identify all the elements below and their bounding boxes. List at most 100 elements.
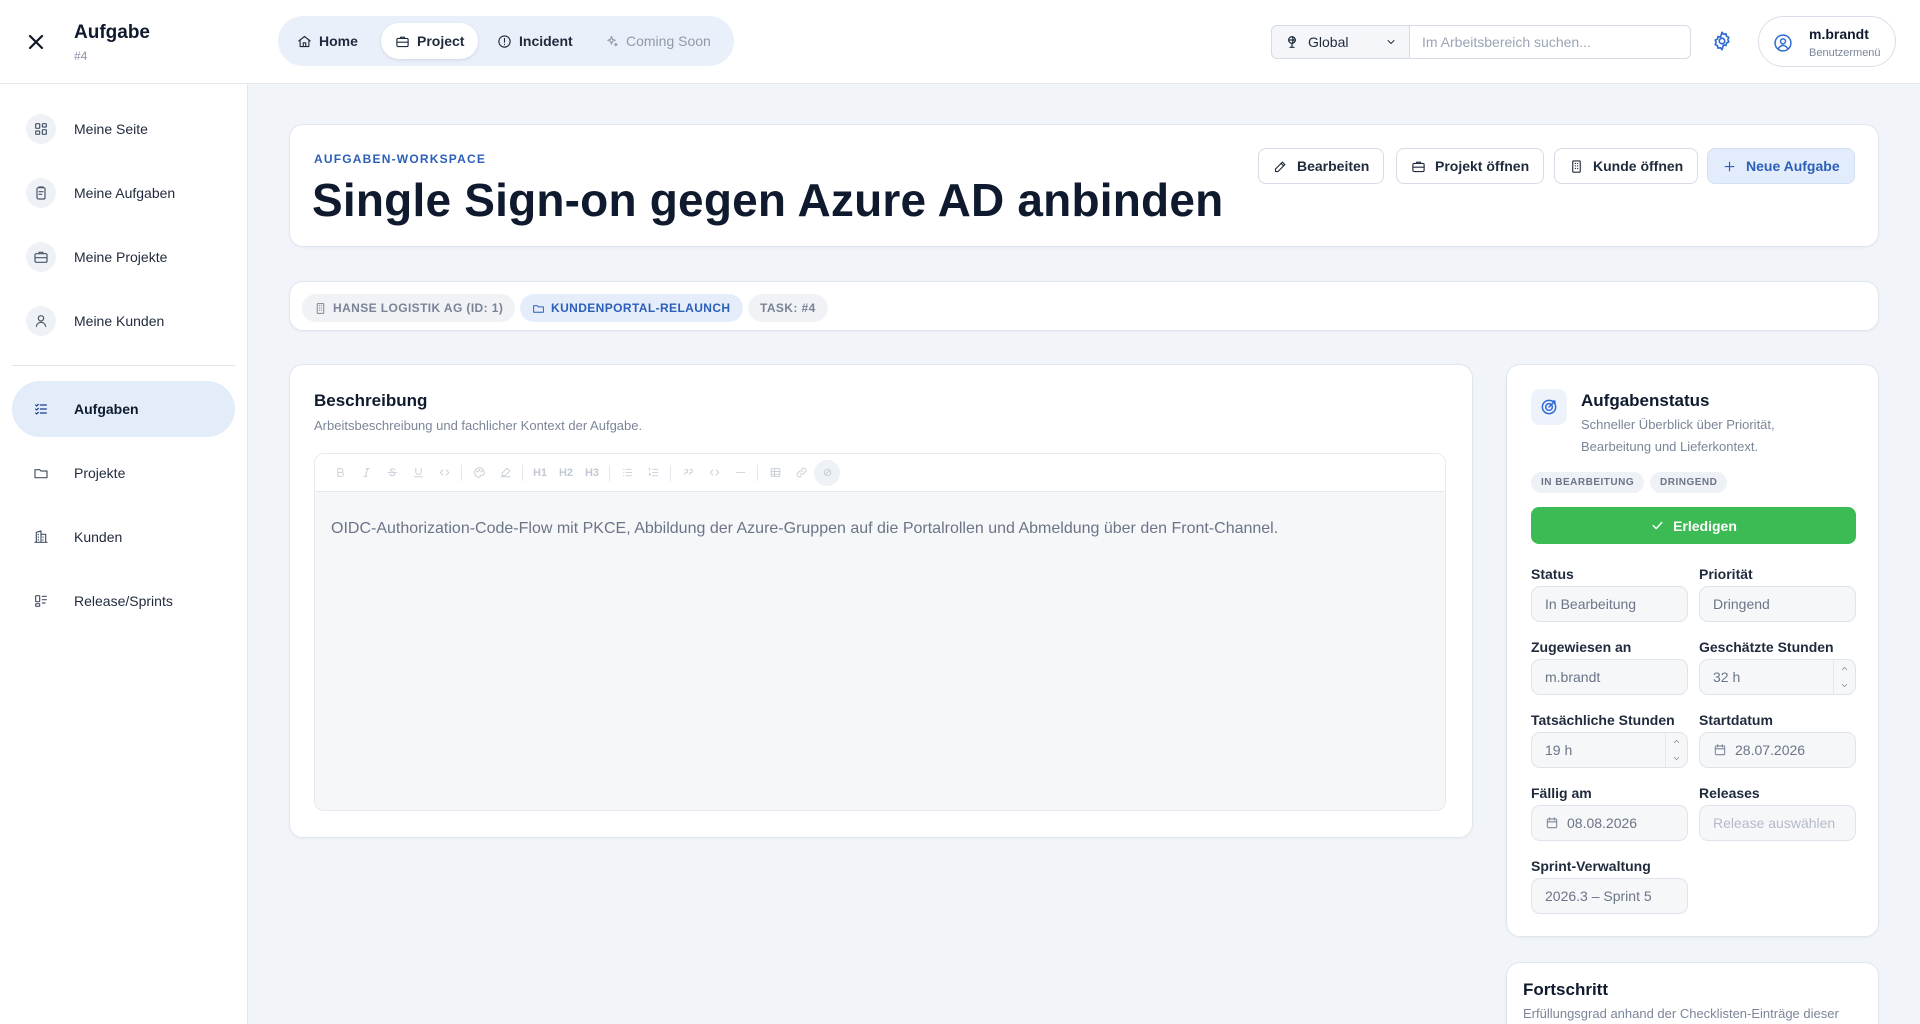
target-icon xyxy=(1531,389,1567,425)
complete-task-button[interactable]: Erledigen xyxy=(1531,507,1856,544)
close-icon[interactable] xyxy=(24,30,48,54)
sidebar-item-aufgaben[interactable]: Aufgaben xyxy=(12,381,235,437)
new-task-button[interactable]: Neue Aufgabe xyxy=(1707,148,1855,184)
calendar-icon xyxy=(1714,744,1726,756)
building-icon xyxy=(1572,159,1581,173)
list-check-icon xyxy=(26,394,56,424)
number-stepper[interactable] xyxy=(1833,660,1855,694)
releases-select[interactable]: Release auswählen xyxy=(1699,805,1856,841)
scope-select[interactable]: Global xyxy=(1271,25,1410,59)
italic-icon[interactable] xyxy=(353,460,379,486)
sidebar-item-label: Meine Projekte xyxy=(74,249,168,265)
open-customer-button[interactable]: Kunde öffnen xyxy=(1554,148,1699,184)
bold-icon[interactable] xyxy=(327,460,353,486)
ordered-list-icon[interactable] xyxy=(640,460,666,486)
blockquote-icon[interactable] xyxy=(675,460,701,486)
breadcrumb-project-label: KUNDENPORTAL-RELAUNCH xyxy=(551,301,731,315)
edit-button[interactable]: Bearbeiten xyxy=(1258,148,1385,184)
home-icon xyxy=(298,35,311,47)
heading-2-icon[interactable]: H2 xyxy=(553,460,579,486)
edit-icon xyxy=(1274,161,1286,172)
chevron-down-icon[interactable] xyxy=(1840,681,1849,690)
estimated-hours-label: Geschätzte Stunden xyxy=(1699,639,1834,655)
chevron-up-icon[interactable] xyxy=(1840,664,1849,673)
releases-placeholder: Release auswählen xyxy=(1713,815,1836,831)
module-tab-project[interactable]: Project xyxy=(381,23,479,59)
gear-icon[interactable] xyxy=(1711,30,1735,54)
progress-card: Fortschritt Erfüllungsgrad anhand der Ch… xyxy=(1506,962,1879,1024)
module-tab-home[interactable]: Home xyxy=(283,23,372,59)
releases-label: Releases xyxy=(1699,785,1760,801)
sprint-value: 2026.3 – Sprint 5 xyxy=(1545,888,1652,904)
briefcase-icon xyxy=(1412,161,1425,172)
task-header-card: AUFGABEN-WORKSPACE Single Sign-on gegen … xyxy=(289,124,1879,247)
clipboard-icon xyxy=(26,178,56,208)
breadcrumb-customer[interactable]: HANSE LOGISTIK AG (ID: 1) xyxy=(302,294,516,322)
actual-hours-label: Tatsächliche Stunden xyxy=(1531,712,1675,728)
breadcrumb-project[interactable]: KUNDENPORTAL-RELAUNCH xyxy=(520,294,743,322)
globe-pin-icon xyxy=(1288,36,1296,48)
estimated-hours-value: 32 h xyxy=(1713,669,1741,685)
module-tab-incident[interactable]: Incident xyxy=(483,23,587,59)
search-input[interactable] xyxy=(1410,25,1691,59)
module-tab-label: Incident xyxy=(519,33,573,49)
scope-value: Global xyxy=(1308,34,1349,50)
progress-title: Fortschritt xyxy=(1523,980,1608,999)
user-menu[interactable]: m.brandt Benutzermenü xyxy=(1758,16,1896,67)
module-tab-label: Project xyxy=(417,33,465,49)
description-text[interactable]: OIDC-Authorization-Code-Flow mit PKCE, A… xyxy=(331,520,1278,538)
horizontal-rule-icon[interactable] xyxy=(727,460,753,486)
sidebar-item-label: Projekte xyxy=(74,465,126,481)
strikethrough-icon[interactable] xyxy=(379,460,405,486)
due-date-value: 08.08.2026 xyxy=(1567,815,1638,831)
sidebar-item-meine-projekte[interactable]: Meine Projekte xyxy=(12,229,235,285)
number-stepper[interactable] xyxy=(1665,733,1687,767)
estimated-hours-input[interactable]: 32 h xyxy=(1699,659,1856,695)
chevron-up-icon[interactable] xyxy=(1672,737,1681,746)
description-title: Beschreibung xyxy=(314,391,428,410)
open-customer-label: Kunde öffnen xyxy=(1593,158,1684,174)
assignee-label: Zugewiesen an xyxy=(1531,639,1632,655)
palette-icon[interactable] xyxy=(466,460,492,486)
status-field[interactable]: In Bearbeitung xyxy=(1531,586,1688,622)
heading-3-icon[interactable]: H3 xyxy=(579,460,605,486)
sidebar-item-label: Meine Aufgaben xyxy=(74,185,176,201)
sidebar-item-release-sprints[interactable]: Release/Sprints xyxy=(12,573,235,629)
link-icon[interactable] xyxy=(788,460,814,486)
sidebar-item-meine-kunden[interactable]: Meine Kunden xyxy=(12,293,235,349)
actual-hours-input[interactable]: 19 h xyxy=(1531,732,1688,768)
actual-hours-value: 19 h xyxy=(1545,742,1573,758)
code-icon[interactable] xyxy=(431,460,457,486)
due-date-label: Fällig am xyxy=(1531,785,1592,801)
sidebar-item-kunden[interactable]: Kunden xyxy=(12,509,235,565)
sprint-field[interactable]: 2026.3 – Sprint 5 xyxy=(1531,878,1688,914)
table-icon[interactable] xyxy=(762,460,788,486)
user-name: m.brandt xyxy=(1809,26,1869,42)
open-project-label: Projekt öffnen xyxy=(1435,158,1530,174)
chevron-down-icon[interactable] xyxy=(1672,754,1681,763)
start-date-field[interactable]: 28.07.2026 xyxy=(1699,732,1856,768)
toolbar-divider xyxy=(670,464,671,481)
sidebar-item-meine-aufgaben[interactable]: Meine Aufgaben xyxy=(12,165,235,221)
unlink-icon[interactable] xyxy=(814,459,840,486)
status-panel-subtitle-1: Schneller Überblick über Priorität, xyxy=(1581,417,1775,432)
assignee-field[interactable]: m.brandt xyxy=(1531,659,1688,695)
open-project-button[interactable]: Projekt öffnen xyxy=(1396,148,1545,184)
rich-text-editor[interactable]: H1 H2 H3 OIDC-Authorization-Code-Flow mi… xyxy=(314,453,1446,811)
breadcrumb-task: TASK: #4 xyxy=(748,294,828,322)
priority-field[interactable]: Dringend xyxy=(1699,586,1856,622)
sidebar-item-meine-seite[interactable]: Meine Seite xyxy=(12,101,235,157)
heading-1-icon[interactable]: H1 xyxy=(527,460,553,486)
underline-icon[interactable] xyxy=(405,460,431,486)
highlighter-icon[interactable] xyxy=(492,460,518,486)
module-tab-label: Coming Soon xyxy=(626,33,711,49)
status-value: In Bearbeitung xyxy=(1545,596,1637,612)
code-block-icon[interactable] xyxy=(701,460,727,486)
bullet-list-icon[interactable] xyxy=(614,460,640,486)
status-label: Status xyxy=(1531,566,1574,582)
due-date-field[interactable]: 08.08.2026 xyxy=(1531,805,1688,841)
status-panel-title: Aufgabenstatus xyxy=(1581,391,1710,410)
sidebar: Meine Seite Meine Aufgaben Meine Projekt… xyxy=(0,84,248,1024)
sidebar-item-label: Meine Seite xyxy=(74,121,148,137)
sidebar-item-projekte[interactable]: Projekte xyxy=(12,445,235,501)
